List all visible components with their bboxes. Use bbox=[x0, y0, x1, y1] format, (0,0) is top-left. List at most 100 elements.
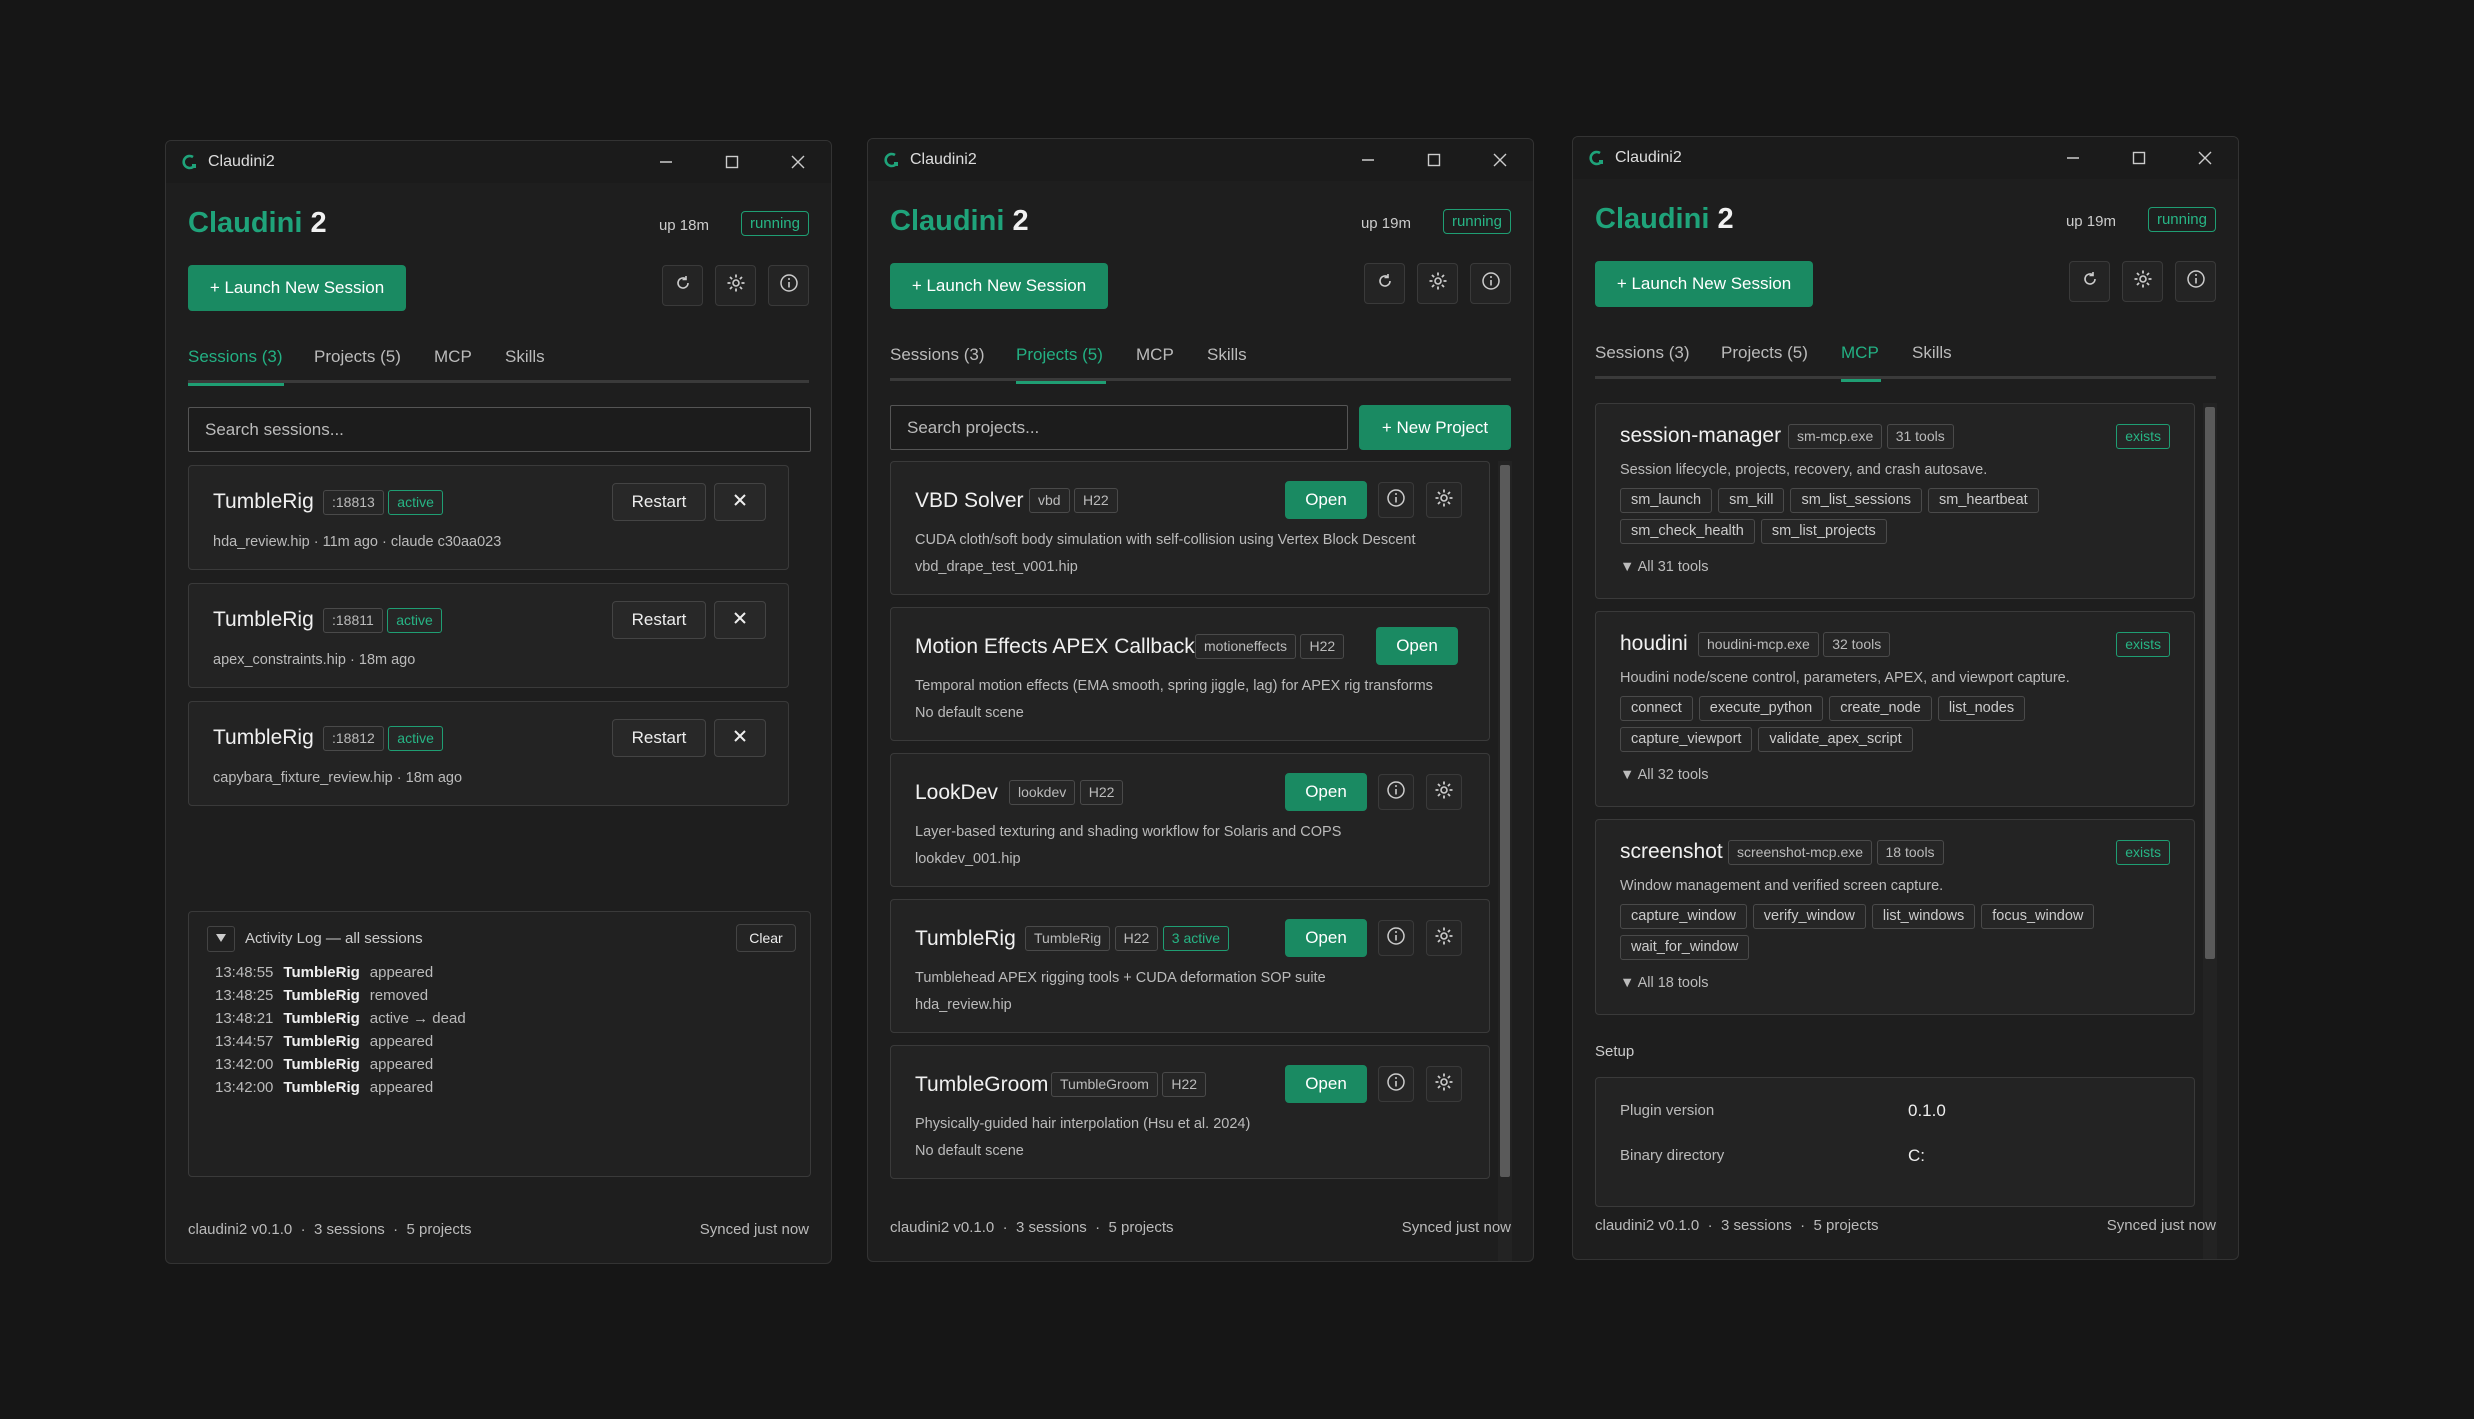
project-name: TumbleRig bbox=[915, 927, 1016, 950]
info-button[interactable] bbox=[2175, 261, 2216, 302]
info-button[interactable] bbox=[768, 265, 809, 306]
settings-button[interactable] bbox=[715, 265, 756, 306]
tab-sessions[interactable]: Sessions (3) bbox=[1595, 337, 1689, 379]
expand-tools-toggle[interactable]: ▼ All 18 tools bbox=[1620, 975, 1709, 991]
clear-log-button[interactable]: Clear bbox=[736, 924, 796, 952]
tab-sessions[interactable]: Sessions (3) bbox=[890, 339, 984, 381]
minimize-button[interactable] bbox=[1335, 139, 1401, 181]
maximize-button[interactable] bbox=[2106, 137, 2172, 179]
kill-session-button[interactable] bbox=[714, 719, 766, 757]
minimize-button[interactable] bbox=[2040, 137, 2106, 179]
tool-chip[interactable]: sm_check_health bbox=[1620, 519, 1755, 544]
log-row: 13:42:00 TumbleRig appeared bbox=[215, 1079, 434, 1096]
project-settings-button[interactable] bbox=[1426, 1066, 1462, 1102]
project-settings-button[interactable] bbox=[1426, 920, 1462, 956]
project-info-button[interactable] bbox=[1378, 482, 1414, 518]
tool-chip[interactable]: sm_list_sessions bbox=[1790, 488, 1923, 513]
scrollbar-thumb[interactable] bbox=[2205, 407, 2215, 959]
open-project-button[interactable]: Open bbox=[1285, 481, 1367, 519]
title-bar[interactable]: Claudini2 bbox=[868, 139, 1533, 181]
tab-skills[interactable]: Skills bbox=[505, 341, 545, 383]
expand-tools-toggle[interactable]: ▼ All 32 tools bbox=[1620, 767, 1709, 783]
expand-tools-toggle[interactable]: ▼ All 31 tools bbox=[1620, 559, 1709, 575]
project-settings-button[interactable] bbox=[1426, 774, 1462, 810]
session-meta: apex_constraints.hip · 18m ago bbox=[213, 652, 416, 668]
new-project-button[interactable]: + New Project bbox=[1359, 405, 1511, 450]
minimize-button[interactable] bbox=[633, 141, 699, 183]
tab-projects[interactable]: Projects (5) bbox=[314, 341, 401, 383]
gear-icon bbox=[2133, 269, 2153, 294]
refresh-icon bbox=[674, 274, 692, 297]
scrollbar-thumb[interactable] bbox=[1500, 465, 1510, 1177]
project-settings-button[interactable] bbox=[1426, 482, 1462, 518]
tool-chip[interactable]: create_node bbox=[1829, 696, 1932, 721]
tool-chip[interactable]: wait_for_window bbox=[1620, 935, 1750, 960]
collapse-toggle[interactable] bbox=[207, 926, 235, 952]
server-name: session-manager bbox=[1620, 424, 1782, 447]
close-button[interactable] bbox=[2172, 137, 2238, 179]
kill-session-button[interactable] bbox=[714, 483, 766, 521]
restart-button[interactable]: Restart bbox=[612, 719, 706, 757]
restart-button[interactable]: Restart bbox=[612, 483, 706, 521]
title-bar[interactable]: Claudini2 bbox=[1573, 137, 2238, 179]
open-project-button[interactable]: Open bbox=[1285, 1065, 1367, 1103]
info-icon bbox=[1481, 271, 1501, 296]
tab-projects[interactable]: Projects (5) bbox=[1721, 337, 1808, 379]
tab-skills[interactable]: Skills bbox=[1207, 339, 1247, 381]
close-button[interactable] bbox=[765, 141, 831, 183]
open-project-button[interactable]: Open bbox=[1376, 627, 1458, 665]
session-name: TumbleRig bbox=[213, 608, 314, 631]
search-sessions-input[interactable]: Search sessions... bbox=[188, 407, 811, 452]
mcp-server-card: screenshot screenshot-mcp.exe 18 tools e… bbox=[1595, 819, 2195, 1015]
refresh-button[interactable] bbox=[1364, 263, 1405, 304]
tool-chip[interactable]: capture_viewport bbox=[1620, 727, 1753, 752]
mcp-scrollbar[interactable] bbox=[2203, 403, 2217, 1259]
tool-chip[interactable]: list_nodes bbox=[1937, 696, 2026, 721]
refresh-button[interactable] bbox=[662, 265, 703, 306]
tool-chip[interactable]: focus_window bbox=[1981, 904, 2095, 929]
tab-sessions[interactable]: Sessions (3) bbox=[188, 341, 284, 386]
info-icon bbox=[779, 273, 799, 298]
settings-button[interactable] bbox=[1417, 263, 1458, 304]
window-title: Claudini2 bbox=[208, 153, 275, 170]
tool-chip[interactable]: sm_list_projects bbox=[1760, 519, 1887, 544]
project-scene: No default scene bbox=[915, 705, 1024, 721]
restart-button[interactable]: Restart bbox=[612, 601, 706, 639]
tool-chip[interactable]: validate_apex_script bbox=[1758, 727, 1913, 752]
launch-session-button[interactable]: + Launch New Session bbox=[890, 263, 1108, 309]
project-scrollbar[interactable] bbox=[1498, 461, 1512, 1261]
tool-chip[interactable]: sm_kill bbox=[1718, 488, 1785, 513]
tab-mcp[interactable]: MCP bbox=[1841, 337, 1881, 382]
title-bar[interactable]: Claudini2 bbox=[166, 141, 831, 183]
close-button[interactable] bbox=[1467, 139, 1533, 181]
tool-chip[interactable]: connect bbox=[1620, 696, 1693, 721]
tool-chip[interactable]: sm_launch bbox=[1620, 488, 1713, 513]
tab-projects[interactable]: Projects (5) bbox=[1016, 339, 1106, 384]
tab-mcp[interactable]: MCP bbox=[1136, 339, 1174, 381]
tab-skills[interactable]: Skills bbox=[1912, 337, 1952, 379]
open-project-button[interactable]: Open bbox=[1285, 773, 1367, 811]
kill-session-button[interactable] bbox=[714, 601, 766, 639]
tool-chip[interactable]: capture_window bbox=[1620, 904, 1747, 929]
settings-button[interactable] bbox=[2122, 261, 2163, 302]
project-info-button[interactable] bbox=[1378, 1066, 1414, 1102]
tool-chip[interactable]: list_windows bbox=[1871, 904, 1976, 929]
project-description: CUDA cloth/soft body simulation with sel… bbox=[915, 532, 1416, 548]
maximize-button[interactable] bbox=[699, 141, 765, 183]
server-exe: houdini-mcp.exe bbox=[1698, 632, 1819, 657]
launch-session-button[interactable]: + Launch New Session bbox=[1595, 261, 1813, 307]
refresh-button[interactable] bbox=[2069, 261, 2110, 302]
log-row: 13:48:55 TumbleRig appeared bbox=[215, 964, 434, 981]
tool-chip[interactable]: verify_window bbox=[1752, 904, 1866, 929]
project-info-button[interactable] bbox=[1378, 920, 1414, 956]
launch-session-button[interactable]: + Launch New Session bbox=[188, 265, 406, 311]
tab-mcp[interactable]: MCP bbox=[434, 341, 472, 383]
search-projects-input[interactable]: Search projects... bbox=[890, 405, 1348, 450]
maximize-button[interactable] bbox=[1401, 139, 1467, 181]
info-button[interactable] bbox=[1470, 263, 1511, 304]
open-project-button[interactable]: Open bbox=[1285, 919, 1367, 957]
tool-chip[interactable]: execute_python bbox=[1698, 696, 1824, 721]
project-name: VBD Solver bbox=[915, 489, 1024, 512]
tool-chip[interactable]: sm_heartbeat bbox=[1928, 488, 2039, 513]
project-info-button[interactable] bbox=[1378, 774, 1414, 810]
